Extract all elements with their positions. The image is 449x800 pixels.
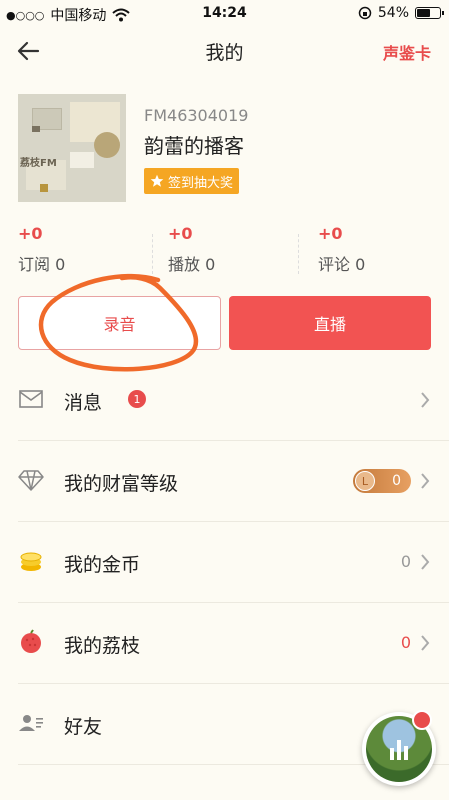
sign-in-label: 签到抽大奖 bbox=[168, 175, 234, 191]
lock-rotation-icon bbox=[358, 6, 372, 20]
cover-shape bbox=[94, 132, 120, 158]
wealth-level-badge: L 0 bbox=[353, 469, 411, 493]
stat-divider bbox=[152, 234, 153, 274]
stat-play[interactable]: +0 播放 0 bbox=[168, 224, 288, 280]
menu-item-label: 我的金币 bbox=[64, 554, 141, 576]
menu-item-label: 消息 bbox=[64, 392, 103, 414]
mail-icon bbox=[19, 390, 43, 408]
podcast-cover[interactable]: 荔枝FM bbox=[18, 94, 126, 202]
stat-delta: +0 bbox=[318, 224, 343, 243]
battery-percent: 54% bbox=[377, 5, 409, 21]
menu-list: 消息 1 我的财富等级 L 0 我的金币 0 我的荔枝 0 好友 bbox=[0, 360, 449, 765]
stat-label: 评论 0 bbox=[318, 255, 366, 274]
stat-comment[interactable]: +0 评论 0 bbox=[318, 224, 438, 280]
gold-coin-count: 0 bbox=[400, 552, 411, 571]
cover-shape bbox=[70, 152, 94, 168]
cover-shape bbox=[32, 126, 40, 132]
stat-divider bbox=[298, 234, 299, 274]
battery-fill bbox=[417, 9, 430, 17]
nav-bar: 我的 声鉴卡 bbox=[0, 28, 449, 74]
page-title: 我的 bbox=[205, 42, 244, 64]
menu-item-label: 我的荔枝 bbox=[64, 635, 141, 657]
star-icon bbox=[150, 174, 164, 187]
diamond-icon bbox=[18, 470, 44, 491]
podcast-name: 韵蕾的播客 bbox=[144, 134, 244, 158]
lychee-icon bbox=[21, 629, 41, 653]
menu-item-messages[interactable]: 消息 1 bbox=[18, 360, 449, 441]
profile-header: 荔枝FM FM46304019 韵蕾的播客 签到抽大奖 bbox=[18, 94, 438, 204]
menu-item-gold-coins[interactable]: 我的金币 0 bbox=[18, 522, 449, 603]
voice-card-link[interactable]: 声鉴卡 bbox=[383, 40, 431, 64]
friends-icon bbox=[19, 715, 43, 731]
chevron-right-icon bbox=[421, 392, 430, 408]
cover-shape bbox=[40, 184, 48, 192]
stat-label: 订阅 0 bbox=[18, 255, 66, 274]
fm-id: FM46304019 bbox=[144, 106, 249, 125]
menu-item-label: 好友 bbox=[64, 716, 103, 738]
stat-delta: +0 bbox=[18, 224, 43, 243]
chevron-right-icon bbox=[421, 473, 430, 489]
menu-item-lychee[interactable]: 我的荔枝 0 bbox=[18, 603, 449, 684]
stat-label: 播放 0 bbox=[168, 255, 216, 274]
battery-icon bbox=[415, 7, 444, 19]
coins-icon bbox=[20, 552, 42, 571]
floating-player[interactable] bbox=[362, 710, 436, 786]
lychee-count: 0 bbox=[400, 633, 411, 652]
player-indicator-dot bbox=[412, 710, 432, 730]
unread-badge: 1 bbox=[128, 390, 146, 408]
stat-delta: +0 bbox=[168, 224, 193, 243]
wealth-level-value: 0 bbox=[392, 473, 401, 489]
record-button[interactable]: 录音 bbox=[18, 296, 221, 350]
chevron-right-icon bbox=[421, 554, 430, 570]
stat-subscribe[interactable]: +0 订阅 0 bbox=[18, 224, 138, 280]
status-bar: ●○○○ 中国移动 14:24 54% bbox=[0, 0, 449, 28]
menu-item-wealth-level[interactable]: 我的财富等级 L 0 bbox=[18, 441, 449, 522]
chevron-right-icon bbox=[421, 635, 430, 651]
menu-item-label: 我的财富等级 bbox=[64, 473, 179, 495]
stats-bar: +0 订阅 0 +0 播放 0 +0 评论 0 bbox=[18, 224, 438, 280]
equalizer-icon bbox=[390, 740, 408, 760]
cover-brand: 荔枝FM bbox=[20, 158, 57, 169]
sign-in-button[interactable]: 签到抽大奖 bbox=[144, 168, 240, 194]
live-button[interactable]: 直播 bbox=[229, 296, 431, 350]
battery-group: 54% bbox=[358, 5, 444, 21]
level-coin-icon: L bbox=[355, 471, 375, 491]
